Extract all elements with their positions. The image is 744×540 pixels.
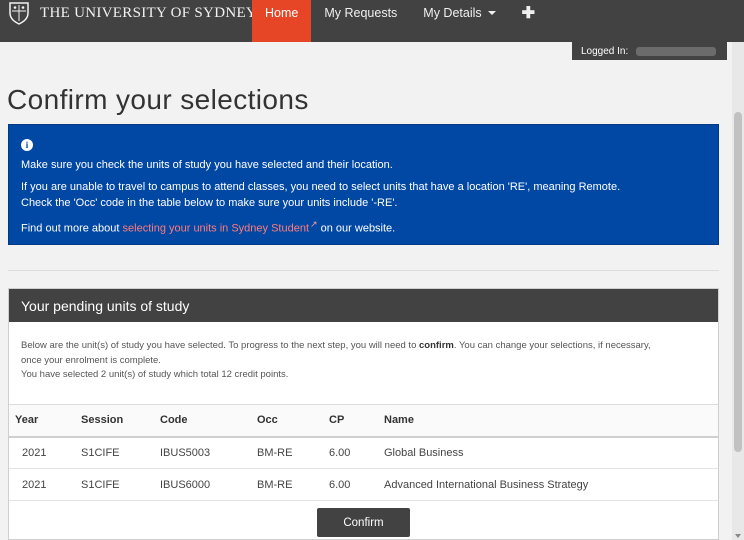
intro-line-1: Below are the unit(s) of study you have … [21, 339, 706, 353]
cell-session: S1CIFE [81, 436, 160, 469]
cell-occ: BM-RE [257, 436, 329, 469]
plus-icon: ✚ [521, 5, 536, 22]
info-alert: i Make sure you check the units of study… [8, 124, 719, 245]
table-row: 2021 S1CIFE IBUS5003 BM-RE 6.00 Global B… [9, 436, 718, 469]
cell-cp: 6.00 [329, 468, 384, 501]
redacted-username [636, 46, 717, 56]
logged-in-label: Logged In: [581, 45, 629, 57]
intro-line-3: You have selected 2 unit(s) of study whi… [21, 369, 289, 380]
selecting-units-link[interactable]: selecting your units in Sydney Student [123, 223, 310, 235]
nav-my-details-label: My Details [423, 6, 482, 20]
alert-line-1: Make sure you check the units of study y… [21, 159, 393, 171]
alert-line-2a: If you are unable to travel to campus to… [21, 181, 621, 193]
cell-occ: BM-RE [257, 468, 329, 501]
units-table: Year Session Code Occ CP Name 2021 S1CIF… [9, 404, 718, 501]
intro-text-b: . You can change your selections, if nec… [453, 340, 651, 351]
university-crest-icon [6, 0, 32, 26]
nav-my-requests-label: My Requests [324, 6, 398, 20]
table-row: 2021 S1CIFE IBUS6000 BM-RE 6.00 Advanced… [9, 468, 718, 501]
table-header-row: Year Session Code Occ CP Name [9, 404, 718, 438]
top-nav-bar: THE UNIVERSITY OF SYDNEY Home My Request… [0, 0, 744, 42]
page-title: Confirm your selections [7, 84, 309, 115]
cell-name: Global Business [384, 436, 718, 469]
alert-line-3-prefix: Find out more about [21, 222, 123, 235]
cell-year: 2021 [9, 436, 81, 469]
scrollbar-thumb[interactable] [734, 112, 742, 452]
cell-code: IBUS5003 [160, 436, 257, 469]
cell-session: S1CIFE [81, 468, 160, 501]
column-header-cp: CP [329, 404, 384, 438]
university-name: THE UNIVERSITY OF SYDNEY [40, 4, 258, 21]
panel-title: Your pending units of study [9, 289, 718, 322]
cell-cp: 6.00 [329, 436, 384, 469]
intro-text-a: Below are the unit(s) of study you have … [21, 340, 419, 351]
alert-line-2b: Check the 'Occ' code in the table below … [21, 197, 398, 209]
confirm-button[interactable]: Confirm [317, 508, 410, 537]
column-header-code: Code [160, 404, 257, 438]
column-header-year: Year [9, 404, 81, 438]
cell-year: 2021 [9, 468, 81, 501]
nav-my-requests[interactable]: My Requests [311, 0, 410, 42]
chevron-down-icon [487, 11, 496, 15]
nav-my-details[interactable]: My Details [410, 0, 508, 42]
main-nav: Home My Requests My Details ✚ [252, 0, 548, 42]
intro-line-2: once your enrolment is complete. [21, 355, 161, 366]
university-brand[interactable]: THE UNIVERSITY OF SYDNEY [6, 0, 257, 26]
column-header-occ: Occ [257, 404, 329, 438]
info-icon: i [21, 139, 33, 151]
nav-home[interactable]: Home [252, 0, 312, 42]
cell-code: IBUS6000 [160, 468, 257, 501]
external-link-icon: ↗ [310, 219, 318, 229]
cell-name: Advanced International Business Strategy [384, 468, 718, 501]
page-scrollbar[interactable] [732, 42, 744, 540]
scroll-down-arrow-icon[interactable] [735, 534, 741, 538]
alert-line-3-suffix: on our website. [317, 222, 396, 235]
section-divider [8, 270, 719, 271]
column-header-session: Session [81, 404, 160, 438]
logged-in-indicator: Logged In: [572, 42, 727, 60]
panel-intro: Below are the unit(s) of study you have … [9, 322, 718, 382]
column-header-name: Name [384, 404, 718, 438]
nav-home-label: Home [265, 6, 299, 20]
pending-units-panel: Your pending units of study Below are th… [8, 288, 719, 540]
add-button[interactable]: ✚ [509, 0, 548, 42]
intro-text-bold: confirm [419, 340, 454, 351]
alert-line-3: Find out more about selecting your units… [21, 216, 706, 237]
